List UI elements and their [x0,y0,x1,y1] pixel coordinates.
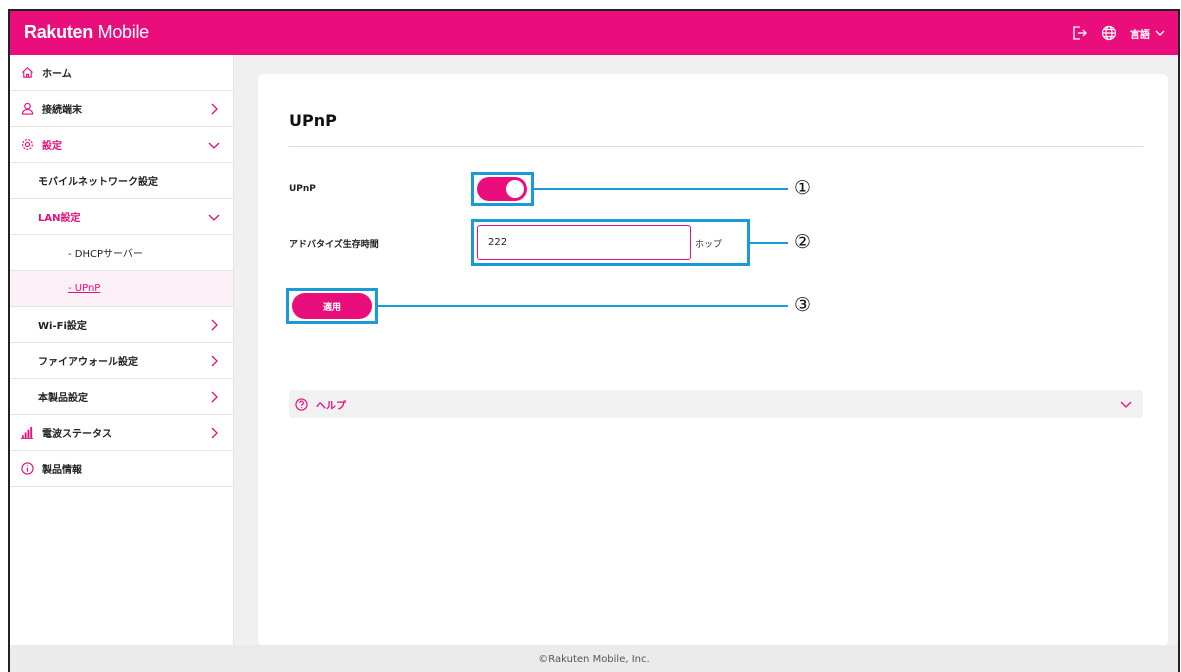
annotation-number-2: ② [794,231,812,253]
sidebar-item-device-settings[interactable]: 本製品設定 [10,379,233,415]
info-icon [20,462,34,476]
language-selector[interactable]: 言語 [1130,26,1166,41]
help-label: ヘルプ [316,400,346,412]
gear-icon [20,138,34,152]
sidebar-item-wifi-settings[interactable]: Wi-Fi設定 [10,307,233,343]
question-icon [295,397,308,411]
divider [289,146,1143,147]
annotation-number-1: ① [794,177,812,199]
sidebar-item-signal-status[interactable]: 電波ステータス [10,415,233,451]
chevron-right-icon [211,427,218,439]
chevron-right-icon [211,319,218,331]
annotation-line-3 [378,305,788,307]
sidebar-item-home[interactable]: ホーム [10,55,233,91]
sidebar-item-settings[interactable]: 設定 [10,127,233,163]
footer: ©Rakuten Mobile, Inc. [10,645,1178,672]
chevron-down-icon [1155,30,1165,36]
upnp-label: UPnP [289,184,316,194]
top-bar: Rakuten Mobile 言語 [10,11,1178,55]
page-title: UPnP [289,111,337,130]
app-window: Rakuten Mobile 言語 ホーム 接続端末 設定 モバイルネットワーク… [8,9,1180,672]
chevron-right-icon [211,103,218,115]
annotation-number-3: ③ [794,294,812,316]
sidebar-item-mobile-network[interactable]: モバイルネットワーク設定 [10,163,233,199]
advertise-lifetime-label: アドバタイズ生存時間 [289,240,379,250]
home-icon [20,66,34,80]
user-icon [20,102,34,116]
chevron-down-icon [1120,401,1132,408]
sidebar-item-lan-settings[interactable]: LAN設定 [10,199,233,235]
annotation-line-1 [534,188,788,190]
annotation-line-2 [750,242,788,244]
copyright-text: ©Rakuten Mobile, Inc. [538,654,650,665]
annotation-highlight-apply [286,288,378,324]
signal-bars-icon [20,426,34,440]
sidebar-item-connected-devices[interactable]: 接続端末 [10,91,233,127]
sidebar-item-product-info[interactable]: 製品情報 [10,451,233,487]
sidebar: ホーム 接続端末 設定 モバイルネットワーク設定 LAN設定 - DHCPサーバ… [10,55,234,645]
globe-icon[interactable] [1100,24,1118,42]
chevron-right-icon [211,391,218,403]
annotation-highlight-input [471,219,750,266]
chevron-right-icon [211,355,218,367]
logout-icon[interactable] [1070,24,1088,42]
annotation-highlight-toggle [471,172,534,206]
brand-logo[interactable]: Rakuten Mobile [24,22,149,43]
chevron-down-icon [208,142,220,149]
sidebar-item-dhcp-server[interactable]: - DHCPサーバー [10,235,233,271]
main-panel: UPnP UPnP アドバタイズ生存時間 222 ホップ 適用 ヘルプ ① ② … [258,74,1168,646]
top-right-controls: 言語 [1070,24,1166,42]
help-accordion[interactable]: ヘルプ [289,390,1143,418]
sidebar-item-firewall-settings[interactable]: ファイアウォール設定 [10,343,233,379]
chevron-down-icon [208,214,220,221]
language-label: 言語 [1130,29,1150,41]
sidebar-item-upnp[interactable]: - UPnP [10,271,233,307]
